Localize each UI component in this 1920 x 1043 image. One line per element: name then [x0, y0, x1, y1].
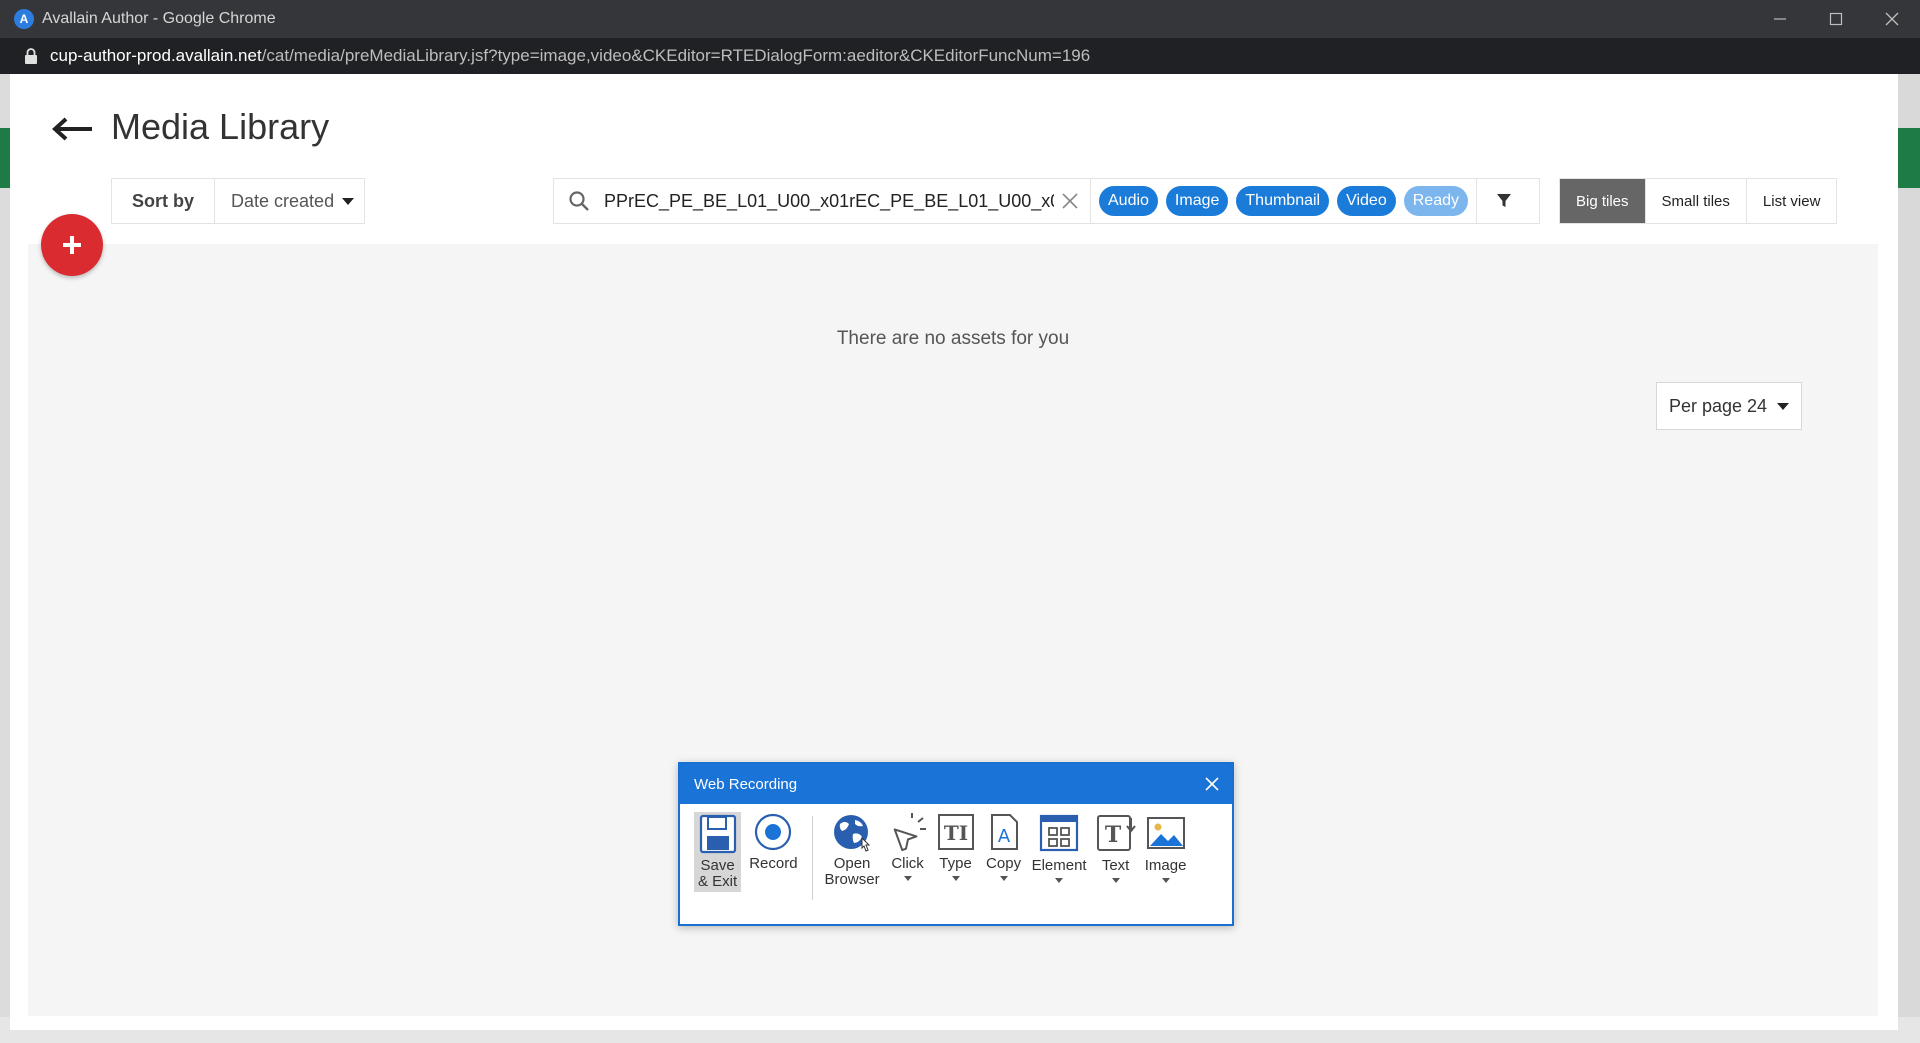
background-ribbon-right [1898, 128, 1920, 188]
window-titlebar: A Avallain Author - Google Chrome [0, 0, 1920, 38]
record-icon [755, 813, 792, 851]
web-recording-panel: Web Recording Save & Exit Record Open Br… [678, 762, 1234, 926]
search-icon [569, 191, 589, 211]
tab-list-view[interactable]: List view [1745, 179, 1837, 223]
toolbar-separator [811, 816, 813, 900]
click-label: Click [891, 855, 924, 872]
background-app-edge-right [1898, 74, 1920, 1043]
type-filter-chips: Audio Image Thumbnail Video Ready [1090, 179, 1468, 223]
tab-big-tiles[interactable]: Big tiles [1560, 179, 1645, 223]
back-arrow-icon[interactable] [50, 114, 94, 144]
web-recording-titlebar: Web Recording [680, 764, 1232, 804]
save-exit-label: Save & Exit [698, 857, 738, 890]
image-action-button[interactable]: Image [1145, 812, 1187, 883]
sort-control: Sort by Date created [111, 178, 366, 224]
svg-text:A: A [997, 826, 1010, 847]
type-action-button[interactable]: TI Type [936, 812, 976, 881]
type-label: Type [939, 855, 972, 872]
filter-icon [1497, 194, 1512, 207]
sort-dropdown[interactable]: Date created [215, 179, 364, 223]
web-recording-title: Web Recording [694, 775, 798, 793]
chip-audio[interactable]: Audio [1099, 186, 1158, 216]
lock-icon [25, 48, 37, 64]
web-recording-close-button[interactable] [1192, 764, 1232, 804]
tab-small-tiles[interactable]: Small tiles [1644, 179, 1746, 223]
minimize-button[interactable] [1752, 0, 1808, 38]
element-grid-icon [1039, 814, 1079, 852]
record-button[interactable]: Record [749, 812, 798, 872]
copy-text-icon: A [990, 814, 1018, 850]
avallain-app-icon: A [14, 9, 34, 29]
save-floppy-icon [699, 814, 736, 854]
plus-icon [63, 236, 81, 254]
close-window-button[interactable] [1864, 0, 1920, 38]
web-recording-tools: Save & Exit Record Open Browser Click TI… [680, 804, 1232, 924]
chevron-down-icon [342, 197, 355, 205]
chevron-down-icon [903, 876, 912, 881]
click-action-button[interactable]: Click [888, 812, 928, 881]
sort-value: Date created [231, 190, 335, 211]
chevron-down-icon [1161, 878, 1170, 883]
filter-button[interactable] [1475, 179, 1532, 223]
image-label: Image [1144, 857, 1187, 874]
type-text-icon: TI [937, 814, 974, 850]
background-ribbon-left [0, 128, 10, 188]
chip-image[interactable]: Image [1165, 186, 1229, 216]
svg-text:TI: TI [943, 821, 967, 845]
url-host: cup-author-prod.avallain.net [50, 46, 262, 65]
search-bar: Audio Image Thumbnail Video Ready [553, 178, 1540, 224]
address-bar[interactable]: cup-author-prod.avallain.net/cat/media/p… [0, 38, 1920, 74]
chip-video[interactable]: Video [1337, 186, 1396, 216]
record-label: Record [749, 855, 798, 872]
search-input[interactable] [604, 190, 1054, 212]
chevron-down-icon [999, 876, 1008, 881]
maximize-icon [1829, 12, 1843, 26]
clear-search-icon[interactable] [1060, 191, 1080, 211]
element-action-button[interactable]: Element [1032, 812, 1087, 883]
chevron-down-icon [1777, 402, 1790, 410]
chip-thumbnail[interactable]: Thumbnail [1236, 186, 1330, 216]
text-label: Text [1101, 857, 1130, 874]
chip-ready[interactable]: Ready [1403, 186, 1468, 216]
close-icon [1885, 12, 1899, 26]
background-app-edge-left [0, 74, 10, 1043]
globe-icon [834, 815, 871, 852]
chevron-down-icon [1055, 878, 1064, 883]
window-title: Avallain Author - Google Chrome [42, 10, 276, 27]
chevron-down-icon [951, 876, 960, 881]
text-action-button[interactable]: T Text [1095, 812, 1137, 883]
sort-label: Sort by [112, 179, 216, 223]
page-title: Media Library [111, 106, 330, 147]
copy-action-button[interactable]: A Copy [984, 812, 1024, 881]
image-capture-icon [1146, 817, 1185, 849]
url-path: /cat/media/preMediaLibrary.jsf?type=imag… [261, 46, 1091, 65]
svg-text:T: T [1104, 822, 1121, 848]
close-icon [1205, 777, 1219, 791]
empty-state-message: There are no assets for you [836, 328, 1070, 349]
text-capture-icon: T [1096, 815, 1136, 851]
minimize-icon [1774, 18, 1786, 20]
per-page-label: Per page 24 [1668, 395, 1768, 416]
copy-label: Copy [986, 855, 1022, 872]
open-browser-label: Open Browser [824, 855, 880, 888]
cursor-click-icon [893, 813, 926, 852]
save-exit-button[interactable]: Save & Exit [694, 812, 742, 892]
per-page-dropdown[interactable]: Per page 24 [1656, 382, 1802, 430]
view-mode-tabs: Big tiles Small tiles List view [1559, 178, 1838, 224]
maximize-button[interactable] [1808, 0, 1864, 38]
element-label: Element [1031, 857, 1087, 874]
chevron-down-icon [1111, 878, 1120, 883]
add-asset-button[interactable] [41, 214, 103, 276]
open-browser-button[interactable]: Open Browser [825, 812, 880, 888]
